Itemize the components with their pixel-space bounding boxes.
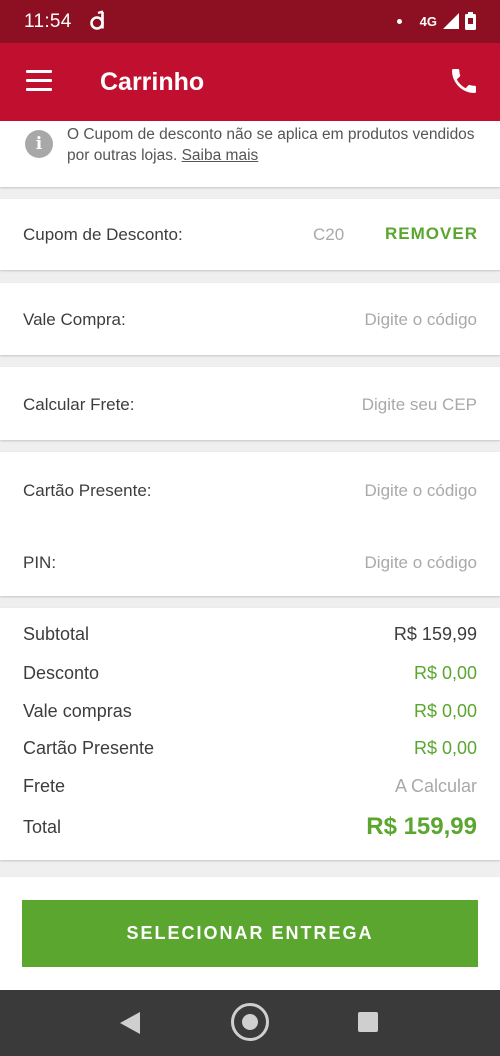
cartao-presente-total-label: Cartão Presente — [23, 738, 155, 758]
back-icon[interactable] — [120, 1012, 140, 1034]
subtotal-row: Subtotal R$ 159,99 — [0, 624, 500, 650]
saiba-mais-link[interactable]: Saiba mais — [182, 147, 259, 164]
status-bar: 11:54 4G — [0, 0, 500, 43]
frete-total-value: A Calcular — [394, 776, 477, 796]
battery-icon — [465, 12, 476, 30]
vale-compras-label: Vale compras — [23, 701, 132, 721]
selecionar-entrega-button[interactable]: SELECIONAR ENTREGA — [22, 900, 478, 967]
notification-dot-icon — [396, 18, 402, 24]
cartao-presente-label: Cartão Presente: — [23, 481, 152, 500]
notice-message: O Cupom de desconto não se aplica em pro… — [67, 126, 475, 164]
vale-compra-label: Vale Compra: — [23, 310, 126, 329]
desconto-row: Desconto R$ 0,00 — [0, 663, 500, 689]
remove-coupon-button[interactable]: REMOVER — [385, 224, 478, 244]
cep-input[interactable] — [277, 393, 477, 417]
recent-apps-icon[interactable] — [358, 1012, 378, 1032]
pin-input[interactable] — [277, 551, 477, 575]
coupon-row: Cupom de Desconto: C20 REMOVER — [0, 199, 500, 270]
vale-compra-row: Vale Compra: — [0, 283, 500, 355]
status-time: 11:54 — [24, 11, 72, 32]
order-summary: Subtotal R$ 159,99 Desconto R$ 0,00 Vale… — [0, 608, 500, 860]
status-icons: 4G — [396, 11, 476, 31]
desconto-label: Desconto — [23, 663, 100, 683]
vale-compra-input[interactable] — [277, 308, 477, 332]
frete-total-label: Frete — [23, 776, 66, 796]
checkout-footer: SELECIONAR ENTREGA — [0, 877, 500, 990]
cartao-presente-input[interactable] — [277, 479, 477, 503]
total-row: Total R$ 159,99 — [0, 813, 500, 843]
d-logo-icon — [90, 10, 104, 30]
cartao-presente-total-row: Cartão Presente R$ 0,00 — [0, 738, 500, 764]
signal-icon — [443, 13, 459, 29]
system-nav-bar — [0, 990, 500, 1056]
total-label: Total — [23, 817, 62, 837]
total-value: R$ 159,99 — [366, 813, 477, 840]
cartao-presente-total-value: R$ 0,00 — [413, 738, 477, 758]
notice-text: O Cupom de desconto não se aplica em pro… — [67, 124, 477, 166]
coupon-label: Cupom de Desconto: — [23, 225, 183, 244]
subtotal-value: R$ 159,99 — [393, 624, 477, 644]
frete-row: Calcular Frete: — [0, 367, 500, 440]
desconto-value: R$ 0,00 — [413, 663, 477, 683]
info-icon: i — [25, 130, 53, 158]
subtotal-label: Subtotal — [23, 624, 90, 644]
frete-label: Calcular Frete: — [23, 395, 135, 414]
menu-icon[interactable] — [26, 70, 52, 92]
vale-compras-row: Vale compras R$ 0,00 — [0, 701, 500, 727]
app-bar: Carrinho — [0, 43, 500, 121]
network-type: 4G — [419, 13, 437, 29]
home-icon[interactable] — [231, 1003, 269, 1041]
page-title: Carrinho — [100, 68, 205, 96]
phone-icon[interactable] — [448, 65, 480, 97]
coupon-code: C20 — [313, 225, 345, 244]
gift-card-section: Cartão Presente: PIN: — [0, 452, 500, 596]
vale-compras-value: R$ 0,00 — [413, 701, 477, 721]
coupon-notice: i O Cupom de desconto não se aplica em p… — [0, 121, 500, 187]
frete-total-row: Frete A Calcular — [0, 776, 500, 802]
pin-label: PIN: — [23, 553, 57, 572]
